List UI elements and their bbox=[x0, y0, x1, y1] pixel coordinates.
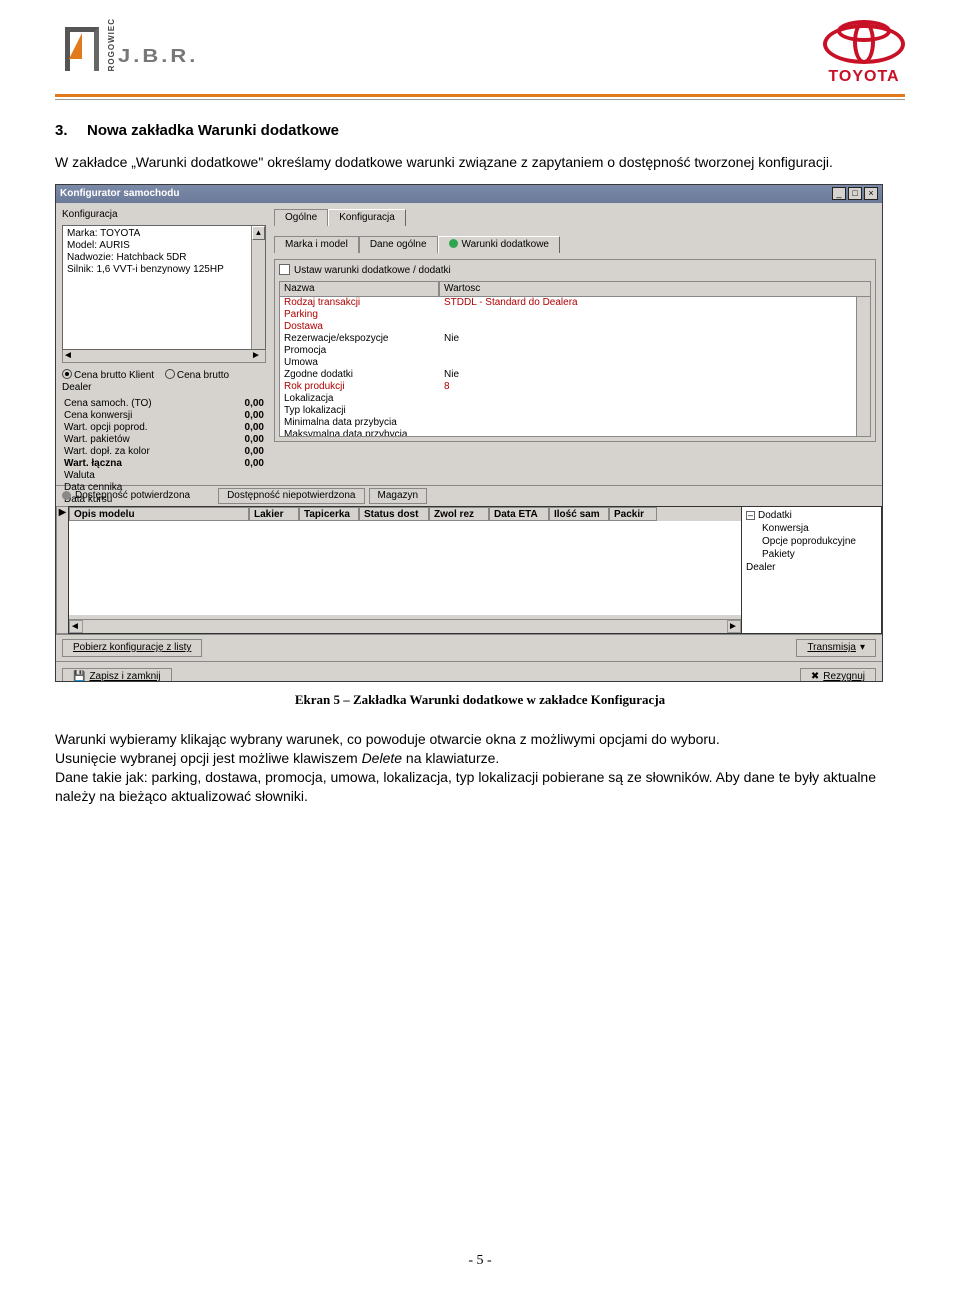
results-hscroll[interactable]: ◄ ► bbox=[69, 619, 741, 633]
status-tab-niepotwierdzona[interactable]: Dostępność niepotwierdzona bbox=[218, 488, 364, 504]
window-titlebar: Konfigurator samochodu _ □ × bbox=[56, 185, 882, 203]
cancel-icon: ✖ bbox=[811, 671, 819, 682]
tree-item[interactable]: Konwersja bbox=[762, 522, 877, 535]
status-led-label: Dostępność potwierdzona bbox=[75, 490, 190, 502]
app-window: Konfigurator samochodu _ □ × Konfiguracj… bbox=[55, 184, 883, 682]
tree-item[interactable]: Opcje poprodukcyjne bbox=[762, 535, 877, 548]
scroll-right-icon[interactable]: ► bbox=[251, 350, 265, 362]
window-title: Konfigurator samochodu bbox=[60, 188, 179, 200]
config-listbox[interactable]: Marka: TOYOTA Model: AURIS Nadwozie: Hat… bbox=[62, 225, 266, 350]
tree-item[interactable]: Dealer bbox=[746, 561, 877, 574]
section-heading: 3.Nowa zakładka Warunki dodatkowe bbox=[55, 122, 905, 139]
condition-row[interactable]: Maksymalna data przybycia bbox=[280, 429, 870, 437]
scroll-left-icon[interactable]: ◄ bbox=[63, 350, 77, 362]
radio-cena-klient[interactable]: Cena brutto Klient bbox=[62, 370, 154, 381]
condition-row[interactable]: Minimalna data przybycia bbox=[280, 417, 870, 429]
condition-row[interactable]: Parking bbox=[280, 309, 870, 321]
top-tabs: Ogólne Konfiguracja bbox=[274, 209, 876, 226]
grid-row-selector[interactable]: ▶ bbox=[56, 506, 68, 634]
tab-warunki-dodatkowe[interactable]: Warunki dodatkowe bbox=[438, 236, 560, 253]
tab-marka-model[interactable]: Marka i model bbox=[274, 236, 359, 253]
window-close-button[interactable]: × bbox=[864, 187, 878, 200]
conditions-grid[interactable]: Rodzaj transakcjiSTDDL - Standard do Dea… bbox=[279, 297, 871, 437]
addons-tree[interactable]: –Dodatki Konwersja Opcje poprodukcyjne P… bbox=[742, 506, 882, 634]
chevron-down-icon: ▾ bbox=[860, 642, 865, 654]
page-number: - 5 - bbox=[0, 1253, 960, 1269]
price-radio-group: Cena brutto Klient Cena brutto Dealer bbox=[62, 369, 266, 394]
config-line: Marka: TOYOTA bbox=[67, 228, 261, 240]
jbr-logo-mark bbox=[55, 23, 103, 71]
save-close-button[interactable]: 💾Zapisz i zamknij bbox=[62, 668, 172, 682]
condition-row[interactable]: Dostawa bbox=[280, 321, 870, 333]
condition-row[interactable]: Umowa bbox=[280, 357, 870, 369]
green-dot-icon bbox=[449, 239, 458, 248]
checkbox-icon[interactable] bbox=[279, 264, 290, 275]
result-col-header[interactable]: Status dost bbox=[359, 507, 429, 521]
condition-row[interactable]: Rezerwacje/ekspozycjeNie bbox=[280, 333, 870, 345]
condition-row[interactable]: Zgodne dodatkiNie bbox=[280, 369, 870, 381]
tab-konfiguracja[interactable]: Konfiguracja bbox=[328, 209, 406, 226]
figure-caption: Ekran 5 – Zakładka Warunki dodatkowe w z… bbox=[55, 692, 905, 708]
listbox-hscroll[interactable]: ◄ ► bbox=[62, 349, 266, 363]
condition-row[interactable]: Lokalizacja bbox=[280, 393, 870, 405]
tree-collapse-icon[interactable]: – bbox=[746, 511, 755, 520]
config-line: Silnik: 1,6 VVT-i benzynowy 125HP bbox=[67, 264, 261, 276]
condition-row[interactable]: Typ lokalizacji bbox=[280, 405, 870, 417]
conditions-grid-header: Nazwa Wartosc bbox=[279, 281, 871, 297]
scroll-up-icon[interactable]: ▲ bbox=[252, 226, 265, 240]
prop-label: Cena samoch. (TO) bbox=[62, 398, 224, 410]
result-col-header[interactable]: Packir bbox=[609, 507, 657, 521]
tab-dane-ogolne[interactable]: Dane ogólne bbox=[359, 236, 438, 253]
conditions-frame: Ustaw warunki dodatkowe / dodatki Nazwa … bbox=[274, 259, 876, 442]
left-panel-label: Konfiguracja bbox=[62, 209, 266, 221]
tree-item[interactable]: Pakiety bbox=[762, 548, 877, 561]
config-line: Model: AURIS bbox=[67, 240, 261, 252]
intro-paragraph: W zakładce „Warunki dodatkowe" określamy… bbox=[55, 153, 905, 172]
result-col-header[interactable]: Tapicerka bbox=[299, 507, 359, 521]
config-line: Nadwozie: Hatchback 5DR bbox=[67, 252, 261, 264]
toyota-logo-text: TOYOTA bbox=[823, 68, 905, 86]
condition-row[interactable]: Rodzaj transakcjiSTDDL - Standard do Dea… bbox=[280, 297, 870, 309]
section-title: Nowa zakładka Warunki dodatkowe bbox=[87, 122, 339, 139]
fetch-config-button[interactable]: Pobierz konfigurację z listy bbox=[62, 639, 202, 657]
transmission-button[interactable]: Transmisja ▾ bbox=[796, 639, 876, 657]
result-col-header[interactable]: Lakier bbox=[249, 507, 299, 521]
results-grid[interactable]: Opis modeluLakierTapicerkaStatus dostZwo… bbox=[68, 506, 742, 634]
header-rule-orange bbox=[55, 94, 905, 97]
jbr-logo-text: J.B.R. bbox=[118, 45, 198, 67]
tab-ogolne[interactable]: Ogólne bbox=[274, 209, 328, 226]
jbr-logo-side-text: ROGOWIEC bbox=[107, 18, 116, 71]
frame-checkbox-row[interactable]: Ustaw warunki dodatkowe / dodatki bbox=[279, 264, 871, 277]
toyota-logo: TOYOTA bbox=[823, 18, 905, 86]
prop-value: 0,00 bbox=[224, 398, 266, 410]
body-para-2: Usunięcie wybranej opcji jest możliwe kl… bbox=[55, 749, 905, 768]
result-col-header[interactable]: Ilość sam bbox=[549, 507, 609, 521]
save-icon: 💾 bbox=[73, 671, 85, 682]
window-minimize-button[interactable]: _ bbox=[832, 187, 846, 200]
scroll-right-icon[interactable]: ► bbox=[727, 620, 741, 633]
results-area: ▶ Opis modeluLakierTapicerkaStatus dostZ… bbox=[56, 506, 882, 634]
header-rule-grey bbox=[55, 99, 905, 100]
listbox-vscroll[interactable]: ▲ bbox=[251, 226, 265, 349]
result-col-header[interactable]: Data ETA bbox=[489, 507, 549, 521]
grid-vscroll[interactable] bbox=[856, 297, 870, 436]
status-tab-magazyn[interactable]: Magazyn bbox=[369, 488, 428, 504]
jbr-logo: ROGOWIEC J.B.R. bbox=[55, 18, 198, 71]
toyota-logo-icon bbox=[823, 18, 905, 66]
condition-row[interactable]: Rok produkcji8 bbox=[280, 381, 870, 393]
result-col-header[interactable]: Opis modelu bbox=[69, 507, 249, 521]
condition-row[interactable]: Promocja bbox=[280, 345, 870, 357]
window-maximize-button[interactable]: □ bbox=[848, 187, 862, 200]
section-number: 3. bbox=[55, 122, 87, 139]
page-header: ROGOWIEC J.B.R. TOYOTA bbox=[55, 18, 905, 90]
scroll-left-icon[interactable]: ◄ bbox=[69, 620, 83, 633]
body-para-1: Warunki wybieramy klikając wybrany warun… bbox=[55, 730, 905, 749]
result-col-header[interactable]: Zwol rez bbox=[429, 507, 489, 521]
sub-tabs: Marka i model Dane ogólne Warunki dodatk… bbox=[274, 236, 876, 253]
cancel-button[interactable]: ✖Rezygnuj bbox=[800, 668, 876, 682]
body-para-3: Dane takie jak: parking, dostawa, promoc… bbox=[55, 768, 905, 806]
